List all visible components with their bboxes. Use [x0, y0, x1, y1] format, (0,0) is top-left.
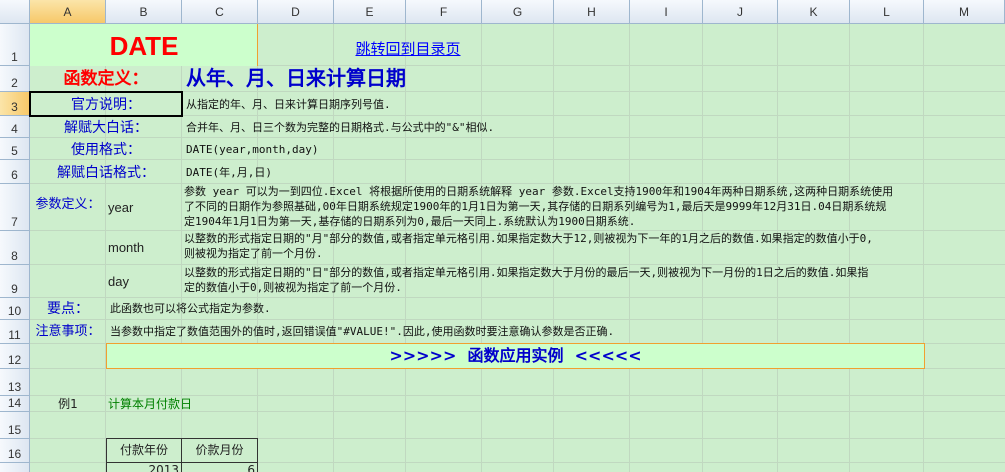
param-description-line: 以整数的形式指定日期的"月"部分的数值,或者指定单元格引用.如果指定数大于12,… [184, 232, 873, 245]
param-name: year [108, 200, 134, 215]
notes-text: 当参数中指定了数值范围外的值时,返回错误值"#VALUE!".因此,使用函数时要… [110, 325, 615, 338]
row-header-14[interactable]: 14 [0, 396, 30, 412]
param-name: day [108, 274, 129, 289]
row-header-7[interactable]: 7 [0, 184, 30, 231]
column-header-g[interactable]: G [482, 0, 554, 24]
info-text: 合并年、月、日三个数为完整的日期格式.与公式中的"&"相似. [186, 121, 495, 134]
definition-text: 从年、月、日来计算日期 [186, 66, 406, 90]
example-banner-text: >>>>> 函数应用实例 <<<<< [389, 346, 642, 365]
example-number: 例1 [58, 397, 78, 411]
column-header-f[interactable]: F [406, 0, 482, 24]
table-header-cell: 价款月份 [195, 443, 244, 457]
definition-label: 函数定义： [63, 69, 149, 89]
spreadsheet[interactable]: ABCDEFGHIJKLM1234567891011121314151617DA… [0, 0, 1005, 472]
row-header-4[interactable]: 4 [0, 116, 30, 138]
column-header-h[interactable]: H [554, 0, 630, 24]
param-label: 参数定义： [35, 197, 101, 212]
table-cell[interactable]: 6 [182, 463, 255, 472]
row-header-5[interactable]: 5 [0, 138, 30, 160]
row-header-1[interactable]: 1 [0, 24, 30, 66]
table-cell[interactable]: 2013 [107, 463, 179, 472]
column-header-b[interactable]: B [106, 0, 182, 24]
row-header-8[interactable]: 8 [0, 231, 30, 265]
function-title: DATE [109, 31, 179, 61]
row-header-15[interactable]: 15 [0, 412, 30, 439]
info-text: DATE(年,月,日) [186, 166, 272, 179]
column-header-l[interactable]: L [850, 0, 924, 24]
param-description-line: 了不同的日期作为参照基础,00年日期系统规定1900年的1月1日为第一天,其存储… [184, 200, 887, 213]
info-text: 从指定的年、月、日来计算日期序列号值. [186, 98, 391, 111]
info-label: 解赋白话格式： [57, 165, 155, 181]
column-header-j[interactable]: J [703, 0, 778, 24]
keypoint-label: 要点： [47, 301, 89, 317]
column-header-m[interactable]: M [924, 0, 1005, 24]
param-name: month [108, 240, 145, 255]
select-all-corner[interactable] [0, 0, 30, 24]
row-header-2[interactable]: 2 [0, 66, 30, 92]
table-header-cell: 付款年份 [119, 443, 168, 457]
param-description-line: 定1904年1月1日为第一天,基存储的日期系列为0,最后一天同上.系统默认为19… [184, 215, 636, 228]
row-header-6[interactable]: 6 [0, 160, 30, 184]
row-header-11[interactable]: 11 [0, 320, 30, 344]
param-description-line: 以整数的形式指定日期的"日"部分的数值,或者指定单元格引用.如果指定数大于月份的… [184, 266, 869, 279]
row-header-12[interactable]: 12 [0, 344, 30, 369]
column-header-d[interactable]: D [258, 0, 334, 24]
keypoint-text: 此函数也可以将公式指定为参数. [110, 302, 271, 315]
info-text: DATE(year,month,day) [186, 143, 319, 156]
row-header-10[interactable]: 10 [0, 298, 30, 320]
column-header-i[interactable]: I [630, 0, 703, 24]
column-header-a[interactable]: A [30, 0, 106, 24]
info-label: 解赋大白话： [64, 120, 148, 136]
notes-label: 注意事项： [35, 324, 101, 339]
info-label: 使用格式： [71, 142, 141, 158]
column-header-e[interactable]: E [334, 0, 406, 24]
directory-link[interactable]: 跳转回到目录页 [334, 38, 482, 60]
param-description-line: 定的数值小于0,则被视为指定了前一个月份. [184, 281, 402, 294]
example-title: 计算本月付款日 [108, 397, 193, 411]
column-header-c[interactable]: C [182, 0, 258, 24]
row-header-17[interactable]: 17 [0, 463, 30, 472]
row-header-9[interactable]: 9 [0, 265, 30, 298]
row-header-3[interactable]: 3 [0, 92, 30, 116]
column-header-k[interactable]: K [778, 0, 850, 24]
param-description-line: 参数 year 可以为一到四位.Excel 将根据所使用的日期系统解释 year… [184, 185, 894, 198]
row-header-16[interactable]: 16 [0, 439, 30, 463]
param-description-line: 则被视为指定了前一个月份. [184, 247, 323, 260]
active-cell-cursor[interactable] [29, 91, 183, 117]
row-header-13[interactable]: 13 [0, 369, 30, 396]
